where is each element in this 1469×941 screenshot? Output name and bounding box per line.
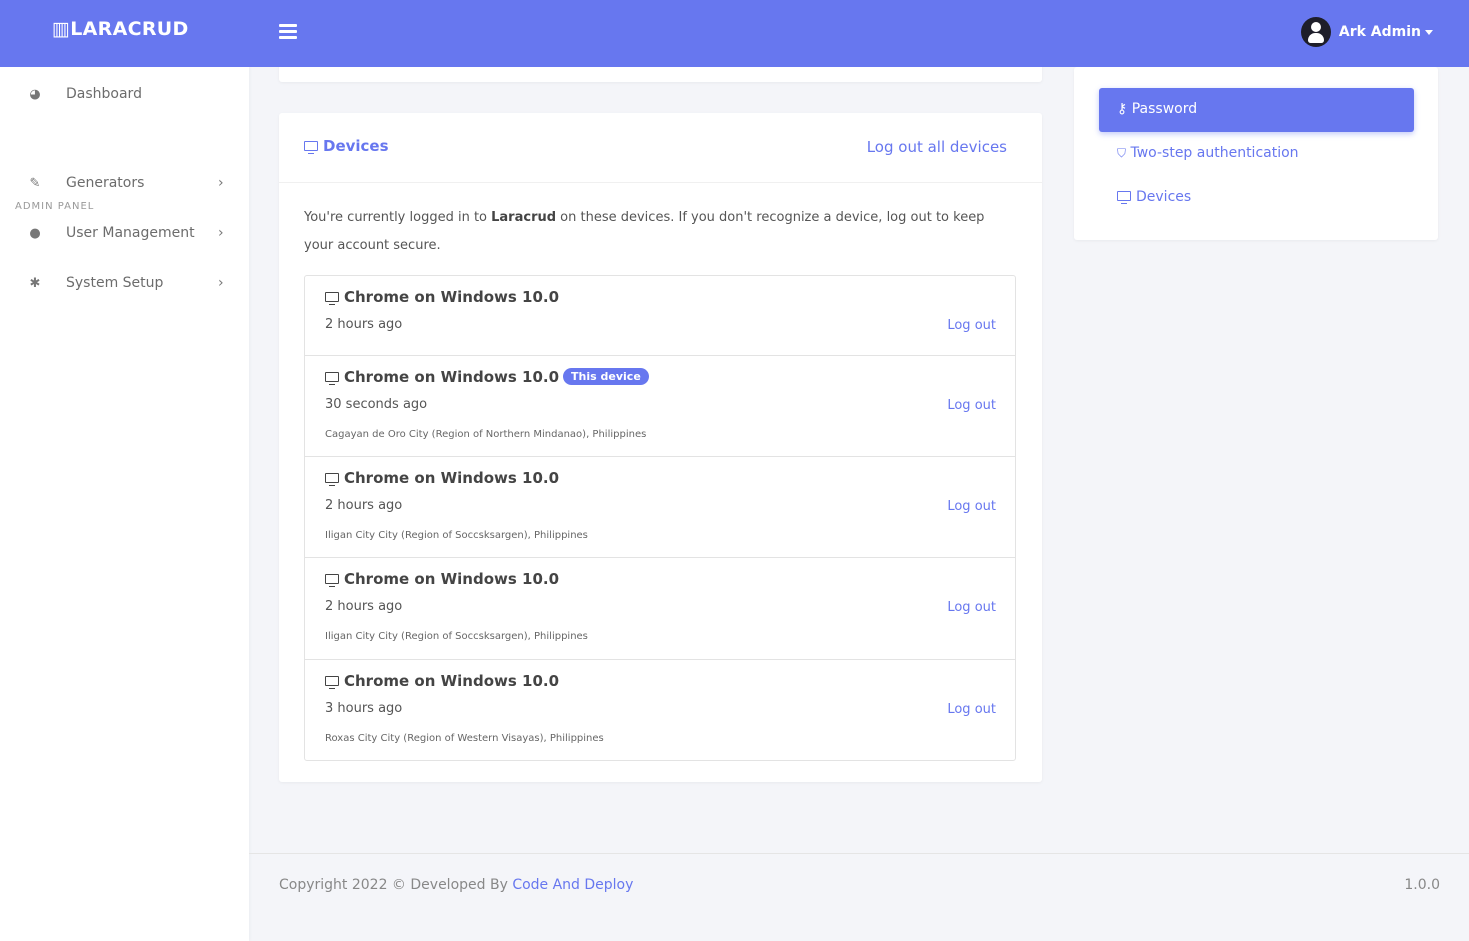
device-name-text: Chrome on Windows 10.0 [344, 672, 560, 690]
devices-card: Devices Log out all devices You're curre… [279, 113, 1042, 782]
chevron-right-icon: › [218, 275, 224, 291]
monitor-icon [325, 473, 339, 486]
sidebar-item-label: System Setup [66, 275, 164, 291]
sidebar-item-user-management[interactable]: ● User Management › [0, 213, 249, 253]
developer-link[interactable]: Code And Deploy [512, 877, 633, 893]
this-device-badge: This device [563, 368, 649, 385]
chevron-right-icon: › [218, 225, 224, 241]
device-name-text: Chrome on Windows 10.0 [344, 288, 560, 306]
card-header: Devices Log out all devices [279, 113, 1042, 183]
intro-text: You're currently logged in to Laracrud o… [304, 204, 1004, 260]
device-name: Chrome on Windows 10.0 This device [325, 368, 649, 386]
chevron-right-icon: › [218, 175, 224, 191]
device-location: Iligan City City (Region of Soccsksargen… [325, 530, 588, 541]
caret-down-icon [1425, 29, 1433, 35]
settings-nav-card: ⚷ Password ⛉ Two-step authentication Dev… [1074, 67, 1438, 240]
sidebar-item-label: User Management [66, 225, 195, 241]
monitor-icon [304, 141, 318, 154]
shield-icon: ⛉ [1117, 146, 1127, 160]
device-row: Chrome on Windows 10.0 2 hours ago Iliga… [305, 558, 1015, 660]
nav-label: Two-step authentication [1130, 145, 1299, 161]
brand-logo[interactable]: ▥LARACRUD [52, 18, 189, 40]
device-location: Cagayan de Oro City (Region of Northern … [325, 429, 647, 440]
title-text: Devices [323, 137, 389, 155]
device-row: Chrome on Windows 10.0 This device 30 sec… [305, 356, 1015, 457]
version: 1.0.0 [1404, 877, 1440, 893]
app-name: Laracrud [491, 210, 557, 225]
top-navbar: ▥LARACRUD Ark Admin [0, 0, 1469, 67]
last-active: 2 hours ago [325, 498, 403, 513]
nav-label: Devices [1136, 189, 1192, 205]
avatar [1300, 17, 1331, 47]
last-active: 3 hours ago [325, 701, 403, 716]
log-out-link[interactable]: Log out [947, 398, 996, 413]
sidebar: ◕ Dashboard ADMIN PANEL ✎ Generators › ● Use… [0, 67, 249, 941]
last-active: 2 hours ago [325, 599, 403, 614]
user-icon: ● [29, 225, 41, 241]
log-out-link[interactable]: Log out [947, 702, 996, 717]
logo-icon: ▥ [52, 18, 71, 40]
device-row: Chrome on Windows 10.0 3 hours ago Roxas… [305, 660, 1015, 760]
sidebar-item-dashboard[interactable]: ◕ Dashboard [0, 74, 249, 114]
footer: Copyright 2022 © Developed By Code And D… [249, 853, 1469, 941]
last-active: 2 hours ago [325, 317, 403, 332]
device-location: Roxas City City (Region of Western Visay… [325, 733, 604, 744]
device-list: Chrome on Windows 10.0 2 hours ago Log o… [304, 275, 1016, 761]
device-name-text: Chrome on Windows 10.0 [344, 469, 560, 487]
dashboard-gauge-icon: ◕ [29, 86, 41, 102]
copyright: Copyright 2022 © Developed By Code And D… [279, 877, 633, 893]
settings-nav-password[interactable]: ⚷ Password [1099, 88, 1414, 132]
device-row: Chrome on Windows 10.0 2 hours ago Log o… [305, 276, 1015, 356]
monitor-icon [325, 292, 339, 305]
sidebar-item-system-setup[interactable]: ✱ System Setup › [0, 263, 249, 303]
device-name-text: Chrome on Windows 10.0 [344, 368, 560, 386]
settings-nav-two-step[interactable]: ⛉ Two-step authentication [1117, 145, 1299, 161]
device-name: Chrome on Windows 10.0 [325, 288, 559, 306]
log-out-all-devices-link[interactable]: Log out all devices [867, 138, 1007, 156]
nav-label: Password [1131, 101, 1198, 117]
monitor-icon [325, 372, 339, 385]
device-location: Iligan City City (Region of Soccsksargen… [325, 631, 588, 642]
log-out-link[interactable]: Log out [947, 499, 996, 514]
sidebar-item-label: Dashboard [66, 86, 142, 102]
gear-icon: ✱ [29, 275, 41, 291]
sidebar-item-label: Generators [66, 175, 145, 191]
monitor-icon [325, 676, 339, 689]
monitor-icon [1117, 191, 1131, 204]
intro-pre: You're currently logged in to [304, 210, 492, 225]
hamburger-menu-icon[interactable] [279, 24, 297, 42]
settings-nav-devices[interactable]: Devices [1117, 189, 1191, 205]
brand-name: LARACRUD [70, 18, 189, 40]
card-title: Devices [304, 137, 389, 155]
last-active: 30 seconds ago [325, 397, 428, 412]
sidebar-item-generators[interactable]: ✎ Generators › [0, 163, 249, 203]
log-out-link[interactable]: Log out [947, 318, 996, 333]
log-out-link[interactable]: Log out [947, 600, 996, 615]
device-name: Chrome on Windows 10.0 [325, 672, 559, 690]
user-menu[interactable]: Ark Admin [1300, 17, 1433, 47]
magic-wand-icon: ✎ [29, 175, 41, 191]
key-icon: ⚷ [1117, 101, 1128, 117]
device-name-text: Chrome on Windows 10.0 [344, 570, 560, 588]
monitor-icon [325, 574, 339, 587]
device-name: Chrome on Windows 10.0 [325, 469, 559, 487]
user-name: Ark Admin [1338, 24, 1421, 40]
device-row: Chrome on Windows 10.0 2 hours ago Iliga… [305, 457, 1015, 558]
device-name: Chrome on Windows 10.0 [325, 570, 559, 588]
copyright-text: Copyright 2022 © Developed By [279, 877, 513, 893]
